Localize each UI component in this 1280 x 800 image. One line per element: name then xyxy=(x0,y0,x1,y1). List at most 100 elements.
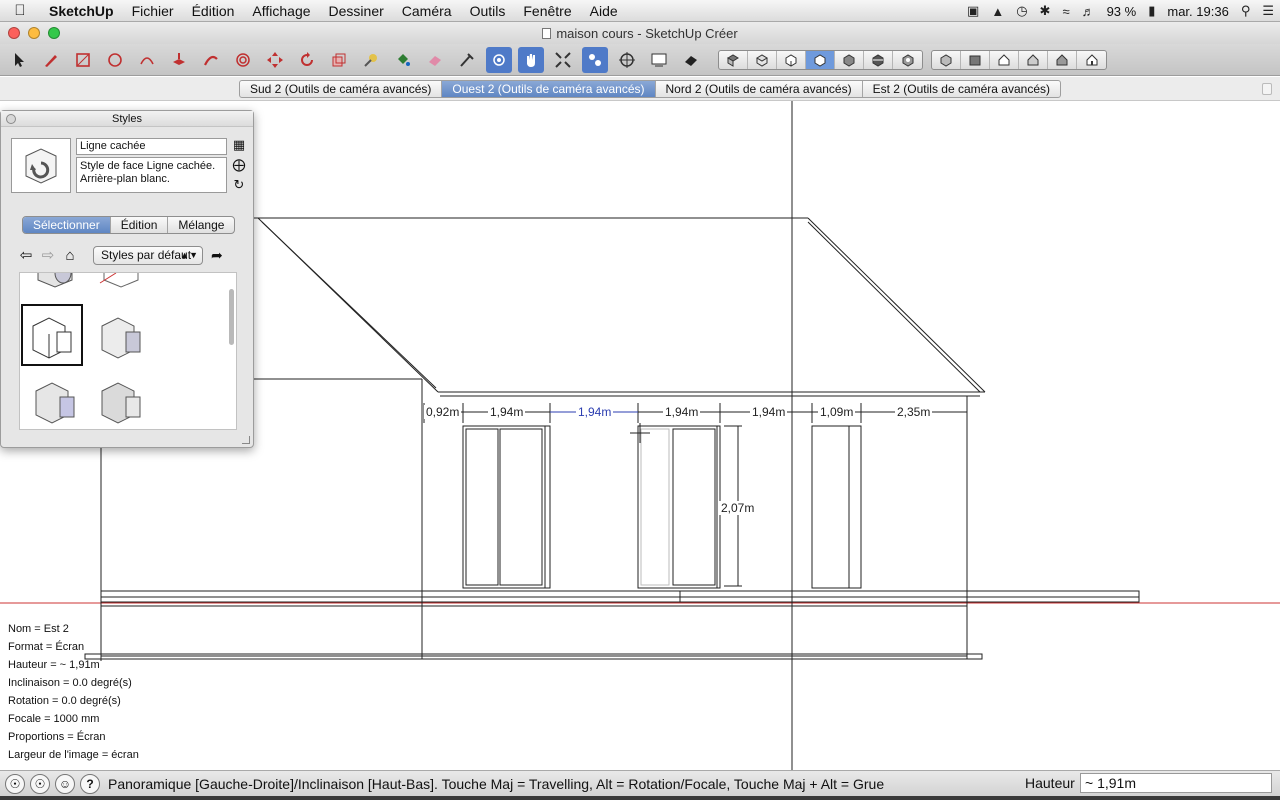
wireframe-style-icon[interactable] xyxy=(961,50,990,69)
view-top-icon[interactable] xyxy=(748,50,777,69)
volume-icon[interactable]: ♬ xyxy=(1082,4,1095,19)
dimension-label-4[interactable]: 1,94m xyxy=(663,405,701,419)
style-collection-dropdown[interactable]: Styles par défaut ▲▼ xyxy=(93,245,203,265)
textured-style-icon[interactable] xyxy=(1048,50,1077,69)
zoom-extents-tool-icon[interactable] xyxy=(550,47,576,73)
style-thumbnail[interactable] xyxy=(24,273,86,299)
minimize-window-button[interactable] xyxy=(28,27,40,39)
panel-resize-grip[interactable] xyxy=(242,436,250,444)
select-tool-icon[interactable] xyxy=(6,47,32,73)
back-arrow-icon[interactable]: ⇦ xyxy=(15,246,37,264)
pan-tool-icon[interactable] xyxy=(518,46,544,73)
scene-scroll-indicator[interactable] xyxy=(1262,83,1272,95)
rectangle-tool-icon[interactable] xyxy=(70,47,96,73)
gallery-scrollbar[interactable] xyxy=(229,289,234,345)
eraser-tool-icon[interactable] xyxy=(422,47,448,73)
update-style-icon[interactable]: ↻ xyxy=(234,178,245,192)
circle-tool-icon[interactable] xyxy=(102,47,128,73)
menu-fenetre[interactable]: Fenêtre xyxy=(514,3,580,19)
menu-outils[interactable]: Outils xyxy=(461,3,515,19)
tab-selectionner[interactable]: Sélectionner xyxy=(23,217,111,233)
scale-tool-icon[interactable] xyxy=(326,47,352,73)
clock[interactable]: mar. 19:36 xyxy=(1167,4,1228,19)
dimension-label-2[interactable]: 1,94m xyxy=(488,405,526,419)
style-thumbnail-selected[interactable] xyxy=(21,304,83,366)
offset-tool-icon[interactable] xyxy=(230,47,256,73)
monochrome-style-icon[interactable] xyxy=(1077,51,1106,69)
menu-camera[interactable]: Caméra xyxy=(393,3,461,19)
eraser-dark-icon[interactable] xyxy=(678,47,704,73)
spotlight-icon[interactable]: ⚲ xyxy=(1241,3,1251,19)
drive-icon[interactable]: ▲ xyxy=(991,4,1004,19)
orbit-tool-icon[interactable] xyxy=(486,46,512,73)
view-iso-icon[interactable] xyxy=(719,50,748,69)
menu-dessiner[interactable]: Dessiner xyxy=(320,3,393,19)
add-to-model-icon[interactable]: ⨁ xyxy=(233,158,246,172)
details-menu-icon[interactable]: ➦ xyxy=(211,247,223,264)
move-tool-icon[interactable] xyxy=(262,47,288,73)
xray-style-icon[interactable] xyxy=(932,50,961,69)
view-bottom-icon[interactable] xyxy=(893,51,922,69)
styles-panel-close-button[interactable] xyxy=(6,114,16,124)
tape-measure-tool-icon[interactable] xyxy=(358,47,384,73)
style-name-field[interactable]: Ligne cachée xyxy=(76,138,227,155)
tab-edition[interactable]: Édition xyxy=(111,217,169,233)
style-description-field[interactable]: Style de face Ligne cachée. Arrière-plan… xyxy=(76,157,227,193)
dimension-label-1[interactable]: 0,92m xyxy=(424,405,462,419)
rotate-tool-icon[interactable] xyxy=(294,47,320,73)
home-style-icon[interactable] xyxy=(990,50,1019,69)
style-thumbnail[interactable] xyxy=(90,273,152,299)
camera-icon[interactable]: ▣ xyxy=(967,3,979,19)
close-window-button[interactable] xyxy=(8,27,20,39)
battery-percentage[interactable]: 93 % xyxy=(1107,4,1137,19)
menu-affichage[interactable]: Affichage xyxy=(243,3,319,19)
forward-arrow-icon[interactable]: ⇨ xyxy=(37,246,59,264)
geolocation-icon[interactable]: ☉ xyxy=(5,773,25,794)
apple-menu-icon[interactable]:  xyxy=(0,2,40,19)
text-tool-icon[interactable] xyxy=(454,47,480,73)
wifi-icon[interactable]: ≈ xyxy=(1062,4,1069,19)
position-camera-icon[interactable] xyxy=(614,47,640,73)
push-pull-tool-icon[interactable] xyxy=(166,47,192,73)
credits-icon[interactable]: ☉ xyxy=(30,773,50,794)
shaded-style-icon[interactable] xyxy=(1019,50,1048,69)
view-right-icon[interactable] xyxy=(806,50,835,69)
dimension-label-5[interactable]: 1,94m xyxy=(750,405,788,419)
dimension-label-6[interactable]: 1,09m xyxy=(818,405,856,419)
walk-tool-icon[interactable] xyxy=(582,46,608,73)
user-icon[interactable]: ☺ xyxy=(55,773,75,794)
view-left-icon[interactable] xyxy=(864,50,893,69)
dimension-label-7[interactable]: 2,35m xyxy=(895,405,933,419)
time-machine-icon[interactable]: ◷ xyxy=(1016,3,1027,19)
view-back-icon[interactable] xyxy=(835,50,864,69)
paint-bucket-tool-icon[interactable] xyxy=(390,47,416,73)
create-style-icon[interactable]: ▦ xyxy=(233,138,245,152)
dimension-label-height[interactable]: 2,07m xyxy=(719,501,757,515)
style-thumbnail[interactable] xyxy=(24,369,86,429)
scene-tab-ouest[interactable]: Ouest 2 (Outils de caméra avancés) xyxy=(442,81,656,97)
help-icon[interactable]: ? xyxy=(80,773,100,794)
menu-aide[interactable]: Aide xyxy=(581,3,627,19)
follow-me-tool-icon[interactable] xyxy=(198,47,224,73)
home-icon[interactable]: ⌂ xyxy=(59,247,81,264)
measurements-input[interactable]: ~ 1,91m xyxy=(1080,773,1272,793)
arc-tool-icon[interactable] xyxy=(134,47,160,73)
list-icon[interactable]: ☰ xyxy=(1262,3,1274,19)
bluetooth-icon[interactable]: ✱ xyxy=(1040,3,1051,19)
view-front-icon[interactable] xyxy=(777,50,806,69)
section-plane-icon[interactable] xyxy=(646,47,672,73)
zoom-window-button[interactable] xyxy=(48,27,60,39)
pencil-tool-icon[interactable] xyxy=(38,47,64,73)
scene-tab-nord[interactable]: Nord 2 (Outils de caméra avancés) xyxy=(656,81,863,97)
style-preview-thumbnail[interactable] xyxy=(11,138,71,193)
dimension-label-3[interactable]: 1,94m xyxy=(576,405,614,419)
tab-melange[interactable]: Mélange xyxy=(168,217,234,233)
battery-icon[interactable]: ▮ xyxy=(1148,3,1155,19)
styles-panel-header[interactable]: Styles xyxy=(1,111,253,127)
scene-tab-est[interactable]: Est 2 (Outils de caméra avancés) xyxy=(863,81,1060,97)
menu-fichier[interactable]: Fichier xyxy=(123,3,183,19)
style-thumbnail[interactable] xyxy=(90,304,152,366)
menu-edition[interactable]: Édition xyxy=(183,3,244,19)
menu-app-name[interactable]: SketchUp xyxy=(40,3,123,19)
scene-tab-sud[interactable]: Sud 2 (Outils de caméra avancés) xyxy=(240,81,443,97)
